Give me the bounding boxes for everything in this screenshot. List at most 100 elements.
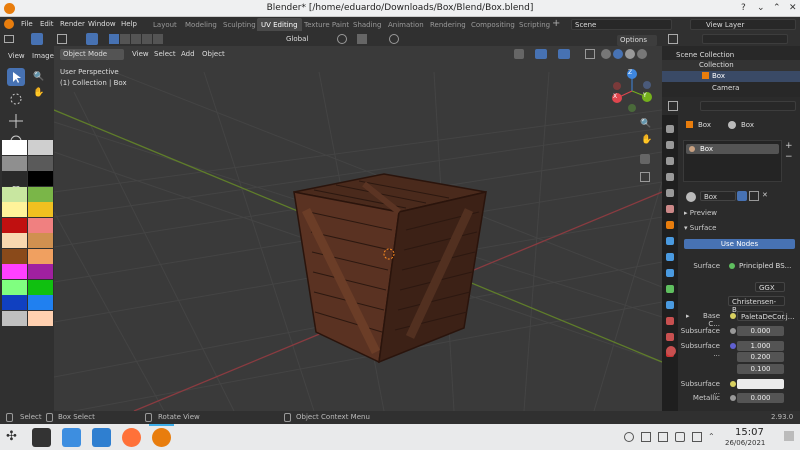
palette-swatch[interactable] — [2, 171, 27, 186]
volume-tray-icon[interactable] — [692, 432, 702, 442]
tab-animation[interactable]: Animation — [384, 18, 428, 31]
properties-tab-icon[interactable] — [666, 253, 674, 261]
palette-swatch[interactable] — [28, 248, 53, 264]
palette-swatch[interactable] — [2, 202, 27, 217]
select-mode-extend-icon[interactable] — [120, 34, 130, 44]
orientation-selector[interactable]: Global — [286, 35, 308, 43]
palette-swatch[interactable] — [2, 140, 27, 155]
properties-tab-icon[interactable] — [666, 157, 674, 165]
firefox-icon[interactable] — [122, 428, 141, 447]
subsurface-radius-y[interactable]: 0.200 — [737, 352, 784, 362]
zoom-icon[interactable]: 🔍 — [33, 72, 44, 82]
shading-rendered-icon[interactable] — [637, 49, 647, 59]
properties-tab-icon[interactable] — [666, 189, 674, 197]
cursor-tool-icon[interactable] — [7, 90, 25, 108]
palette-swatch[interactable] — [28, 186, 53, 202]
terminal-icon[interactable] — [32, 428, 51, 447]
menu-window[interactable]: Window — [88, 20, 116, 28]
outliner-search-input[interactable] — [702, 34, 788, 44]
viewport-pan-icon[interactable]: ✋ — [641, 135, 652, 145]
overlay-toggle-icon[interactable] — [558, 49, 570, 59]
object-mode-selector[interactable]: Object Mode — [60, 49, 124, 60]
palette-swatch[interactable] — [28, 295, 53, 310]
menu-render[interactable]: Render — [60, 20, 85, 28]
tab-scripting[interactable]: Scripting — [515, 18, 554, 31]
duplicate-material-icon[interactable] — [749, 191, 759, 201]
tray-expand-icon[interactable]: ⌃ — [708, 432, 715, 441]
properties-tab-icon[interactable] — [666, 141, 674, 149]
palette-swatch[interactable] — [28, 140, 53, 155]
shading-material-icon[interactable] — [625, 49, 635, 59]
properties-tab-icon[interactable] — [666, 125, 674, 133]
settings-tray-icon[interactable] — [624, 432, 634, 442]
viewport-editor-type-icon[interactable] — [57, 34, 67, 44]
viewport-menu-object[interactable]: Object — [202, 50, 225, 58]
outliner-row-collection[interactable]: Collection — [662, 60, 800, 71]
metallic-field[interactable]: 0.000 — [737, 393, 784, 403]
palette-swatch[interactable] — [2, 264, 27, 279]
material-slot-list[interactable]: Box — [683, 140, 782, 182]
tab-shading[interactable]: Shading — [349, 18, 385, 31]
subsurface-radius-z[interactable]: 0.100 — [737, 364, 784, 374]
palette-swatch[interactable] — [28, 264, 53, 279]
palette-swatch[interactable] — [2, 295, 27, 310]
minimize-button[interactable]: ⌄ — [757, 3, 765, 13]
preview-panel-header[interactable]: ▸ Preview — [684, 209, 717, 217]
outliner-row-box[interactable]: Box — [662, 71, 800, 82]
clipboard-tray-icon[interactable] — [641, 432, 651, 442]
view-layer-selector[interactable]: View Layer — [690, 19, 796, 30]
network-tray-icon[interactable] — [675, 432, 685, 442]
add-workspace-button[interactable]: + — [552, 18, 560, 29]
palette-swatch[interactable] — [28, 310, 53, 326]
properties-tab-icon[interactable] — [666, 221, 674, 229]
shading-solid-icon[interactable] — [613, 49, 623, 59]
close-button[interactable]: ✕ — [789, 3, 797, 13]
material-browse-icon[interactable] — [686, 192, 696, 202]
tab-compositing[interactable]: Compositing — [467, 18, 519, 31]
fake-user-icon[interactable] — [737, 191, 747, 201]
tab-modeling[interactable]: Modeling — [181, 18, 221, 31]
outliner-row-camera[interactable]: Camera — [662, 83, 800, 94]
proportional-edit-icon[interactable] — [389, 34, 399, 44]
outliner-scene-collection[interactable]: Scene Collection — [676, 51, 734, 59]
scene-selector[interactable]: Scene — [571, 19, 672, 30]
blender-logo-icon[interactable] — [4, 19, 14, 29]
surface-panel-header[interactable]: ▾ Surface — [684, 224, 716, 232]
palette-swatch[interactable] — [28, 233, 53, 248]
device-tray-icon[interactable] — [658, 432, 668, 442]
subsurface-radius-x[interactable]: 1.000 — [737, 341, 784, 351]
material-name-field[interactable]: Box — [700, 191, 736, 201]
3d-viewport[interactable]: User Perspective (1) Collection | Box Z … — [54, 32, 662, 411]
menu-edit[interactable]: Edit — [40, 20, 54, 28]
viewport-menu-select[interactable]: Select — [154, 50, 176, 58]
palette-swatch[interactable] — [28, 155, 53, 171]
blender-taskbar-icon[interactable] — [152, 428, 171, 447]
palette-swatch[interactable] — [28, 279, 53, 295]
unlink-material-icon[interactable]: ✕ — [762, 191, 768, 199]
properties-tab-icon[interactable] — [666, 301, 674, 309]
move-tool-icon[interactable] — [7, 112, 25, 130]
tab-uv-editing[interactable]: UV Editing — [257, 18, 302, 31]
app-launcher-icon[interactable]: ✣ — [6, 429, 17, 444]
material-tab-icon[interactable] — [666, 346, 676, 356]
palette-swatch[interactable] — [28, 202, 53, 217]
camera-view-icon[interactable] — [640, 154, 650, 164]
use-nodes-button[interactable]: Use Nodes — [684, 239, 795, 249]
palette-swatch[interactable] — [2, 248, 27, 264]
select-tool-icon[interactable] — [7, 68, 25, 86]
maximize-button[interactable]: ⌃ — [773, 3, 781, 13]
crate-object[interactable] — [293, 173, 487, 364]
properties-tab-icon[interactable] — [666, 317, 674, 325]
pivot-icon[interactable] — [337, 34, 347, 44]
select-mode-invert-icon[interactable] — [142, 34, 152, 44]
uv-menu-view[interactable]: View — [8, 52, 25, 60]
tab-texture-paint[interactable]: Texture Paint — [300, 18, 353, 31]
properties-search-input[interactable] — [700, 101, 796, 111]
select-mode-new-icon[interactable] — [109, 34, 119, 44]
viewport-select-icon[interactable] — [86, 33, 98, 45]
surface-shader-value[interactable]: Principled BS... — [739, 262, 791, 270]
viewport-menu-add[interactable]: Add — [181, 50, 195, 58]
palette-swatch[interactable] — [28, 217, 53, 233]
clock-date[interactable]: 26/06/2021 — [725, 439, 765, 447]
material-slot-item[interactable]: Box — [686, 144, 779, 154]
